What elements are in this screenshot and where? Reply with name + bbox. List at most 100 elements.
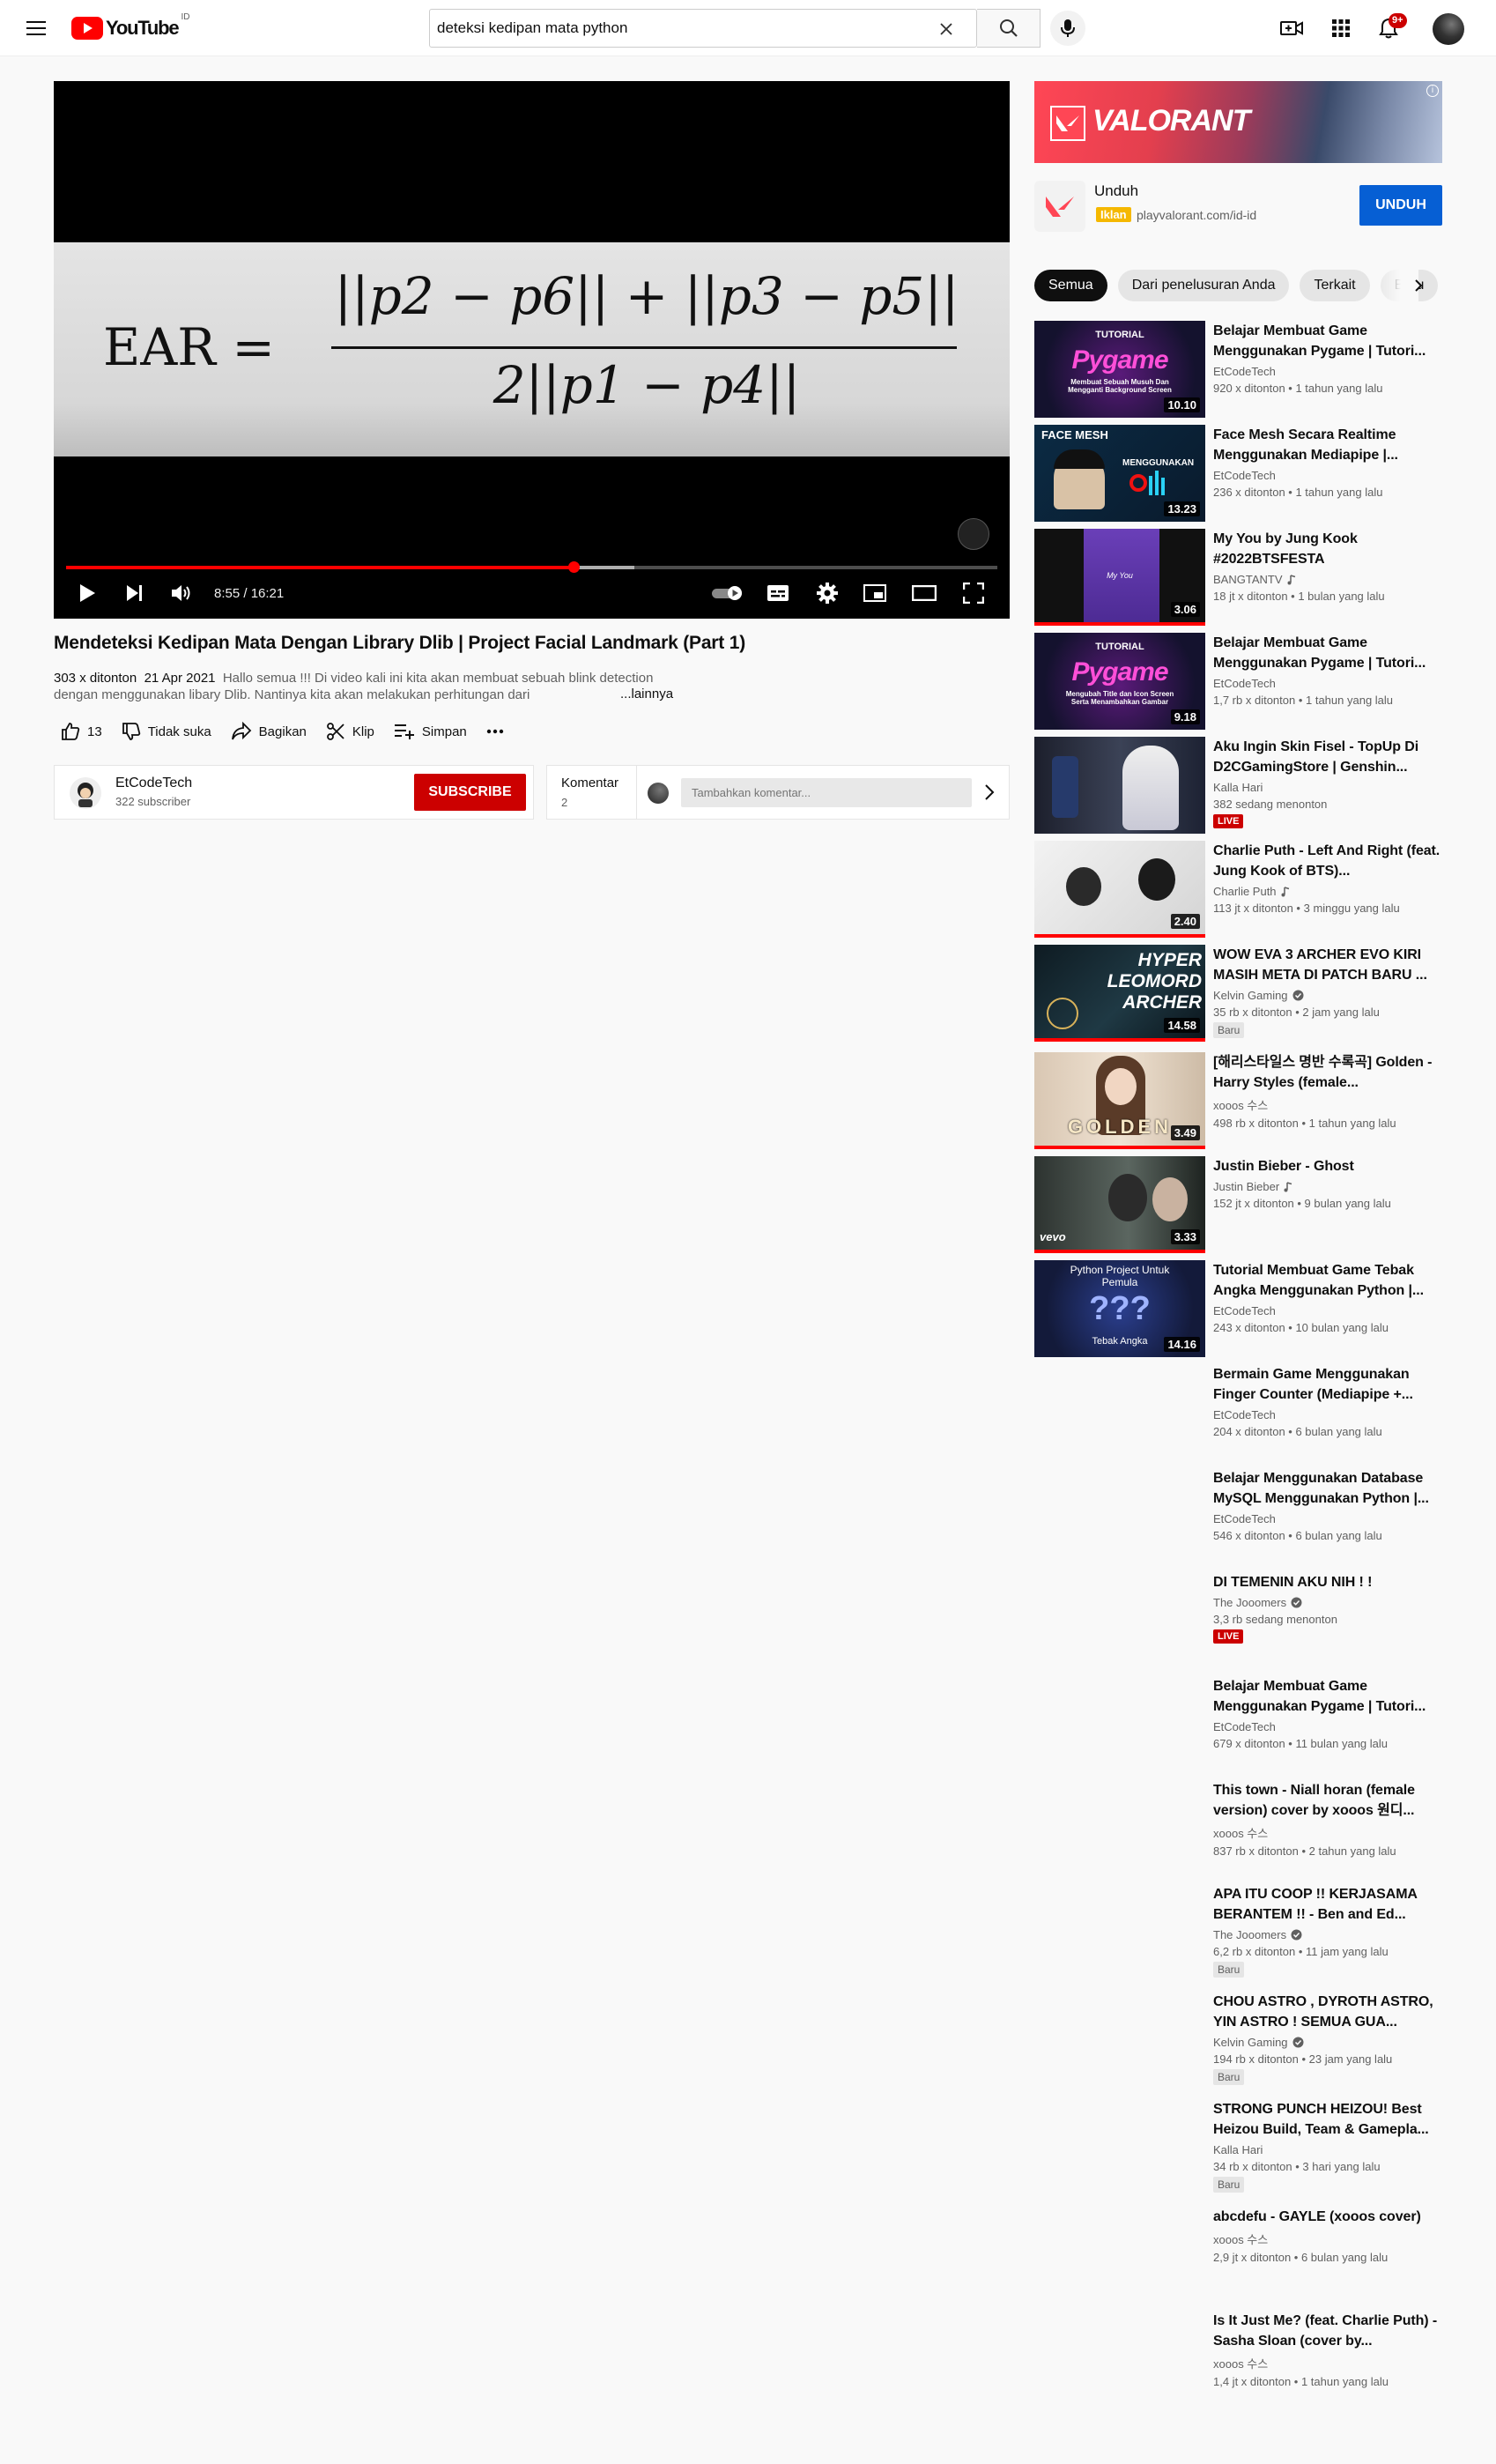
show-more-link[interactable]: ...lainnya	[608, 687, 674, 701]
video-title[interactable]: Tutorial Membuat Game Tebak Angka Menggu…	[1213, 1260, 1444, 1301]
dislike-button[interactable]: Tidak suka	[122, 722, 211, 741]
settings-button[interactable]	[811, 577, 843, 609]
channel-name[interactable]: Kalla Hari	[1213, 781, 1444, 794]
video-thumbnail[interactable]: GOLDEN 3.49	[1034, 1052, 1205, 1149]
recommendation-item[interactable]: CHOU ASTRO , DYROTH ASTRO, YIN ASTRO ! S…	[1034, 1992, 1448, 2096]
ad-info-icon[interactable]: i	[1426, 85, 1439, 97]
channel-name[interactable]: EtCodeTech	[1213, 1304, 1444, 1317]
video-thumbnail[interactable]: Python Project Untuk Pemula ??? Tebak An…	[1034, 1260, 1205, 1357]
play-button[interactable]	[71, 577, 103, 609]
video-thumbnail[interactable]	[1034, 737, 1205, 834]
channel-name[interactable]: EtCodeTech	[1213, 677, 1444, 690]
fullscreen-button[interactable]	[958, 577, 989, 609]
video-player[interactable]: EAR = ||p2 − p6|| + ||p3 − p5|| 2||p1 − …	[54, 81, 1010, 619]
recommendation-item[interactable]: APA ITU COOP !! KERJASAMA BERANTEM !! - …	[1034, 1884, 1448, 1988]
chevron-right-icon[interactable]	[984, 783, 995, 801]
channel-name[interactable]: Kelvin Gaming	[1213, 989, 1288, 1002]
voice-search-button[interactable]	[1050, 11, 1085, 46]
video-thumbnail[interactable]: TUTORIAL Pygame Mengubah Title dan Icon …	[1034, 633, 1205, 730]
video-title[interactable]: STRONG PUNCH HEIZOU! Best Heizou Build, …	[1213, 2099, 1444, 2140]
recommendation-item[interactable]: TUTORIAL Pygame Membuat Sebuah Musuh Dan…	[1034, 321, 1448, 418]
video-title[interactable]: Face Mesh Secara Realtime Menggunakan Me…	[1213, 425, 1444, 465]
recommendation-item[interactable]: Aku Ingin Skin Fisel - TopUp Di D2CGamin…	[1034, 737, 1448, 834]
account-avatar[interactable]	[1433, 13, 1464, 45]
video-title[interactable]: DI TEMENIN AKU NIH ! !	[1213, 1572, 1444, 1592]
youtube-logo[interactable]: YouTube ID	[71, 12, 189, 41]
recommendation-item[interactable]: GOLDEN 3.49 [해리스타일스 명반 수록곡] Golden - Har…	[1034, 1052, 1448, 1149]
channel-name[interactable]: xooos 수스	[1213, 2230, 1444, 2247]
recommendation-item[interactable]: FACE MESH MENGGUNAKAN 13.23 Face Mesh Se…	[1034, 425, 1448, 522]
recommendation-item[interactable]: HYPER LEOMORD ARCHER 14.58 WOW EVA 3 ARC…	[1034, 945, 1448, 1049]
ad-title[interactable]: Unduh	[1094, 182, 1138, 200]
channel-name[interactable]: BANGTANTV	[1213, 573, 1283, 586]
video-title[interactable]: Belajar Membuat Game Menggunakan Pygame …	[1213, 633, 1444, 673]
video-title[interactable]: Bermain Game Menggunakan Finger Counter …	[1213, 1364, 1444, 1405]
comments-card[interactable]: Komentar 2	[546, 765, 1010, 820]
video-title[interactable]: Is It Just Me? (feat. Charlie Puth) - Sa…	[1213, 2311, 1444, 2351]
recommendation-item[interactable]: Python Project Untuk Pemula ??? Tebak An…	[1034, 1260, 1448, 1357]
video-title[interactable]: Belajar Menggunakan Database MySQL Mengg…	[1213, 1468, 1444, 1509]
video-title[interactable]: Belajar Membuat Game Menggunakan Pygame …	[1213, 321, 1444, 361]
video-thumbnail[interactable]: HYPER LEOMORD ARCHER 14.58	[1034, 945, 1205, 1042]
recommendation-item[interactable]: Belajar Membuat Game Menggunakan Pygame …	[1034, 1676, 1448, 1773]
theater-mode-button[interactable]	[908, 577, 940, 609]
video-thumbnail[interactable]: TUTORIAL Pygame Membuat Sebuah Musuh Dan…	[1034, 321, 1205, 418]
video-title[interactable]: WOW EVA 3 ARCHER EVO KIRI MASIH META DI …	[1213, 945, 1444, 985]
channel-name[interactable]: xooos 수스	[1213, 1096, 1444, 1113]
recommendation-item[interactable]: My You 3.06 My You by Jung Kook #2022BTS…	[1034, 529, 1448, 626]
recommendation-item[interactable]: Is It Just Me? (feat. Charlie Puth) - Sa…	[1034, 2311, 1448, 2408]
share-button[interactable]: Bagikan	[231, 722, 307, 741]
ad-banner[interactable]: VALORANT i	[1034, 81, 1442, 163]
recommendation-item[interactable]: 2.40 Charlie Puth - Left And Right (feat…	[1034, 841, 1448, 938]
subscribe-button[interactable]: SUBSCRIBE	[414, 774, 526, 811]
video-title[interactable]: [해리스타일스 명반 수록곡] Golden - Harry Styles (f…	[1213, 1052, 1444, 1093]
channel-name[interactable]: EtCodeTech	[1213, 365, 1444, 378]
subtitles-button[interactable]	[762, 577, 794, 609]
search-input[interactable]	[437, 10, 930, 47]
video-title[interactable]: abcdefu - GAYLE (xooos cover)	[1213, 2207, 1444, 2227]
video-title[interactable]: Justin Bieber - Ghost	[1213, 1156, 1444, 1176]
channel-name[interactable]: The Jooomers	[1213, 1596, 1286, 1609]
channel-name[interactable]: Charlie Puth	[1213, 885, 1277, 898]
ad-app-icon[interactable]	[1034, 181, 1085, 232]
video-thumbnail[interactable]: FACE MESH MENGGUNAKAN 13.23	[1034, 425, 1205, 522]
menu-icon[interactable]	[21, 14, 51, 42]
add-comment-input[interactable]	[681, 778, 972, 807]
apps-button[interactable]	[1327, 14, 1355, 42]
channel-name[interactable]: EtCodeTech	[1213, 1720, 1444, 1733]
volume-button[interactable]	[167, 577, 198, 609]
channel-avatar[interactable]	[70, 777, 101, 809]
recommendation-item[interactable]: DI TEMENIN AKU NIH ! ! The Jooomers 3,3 …	[1034, 1572, 1448, 1669]
recommendation-item[interactable]: Bermain Game Menggunakan Finger Counter …	[1034, 1364, 1448, 1461]
video-title[interactable]: CHOU ASTRO , DYROTH ASTRO, YIN ASTRO ! S…	[1213, 1992, 1444, 2032]
autoplay-toggle[interactable]	[706, 577, 750, 609]
video-thumbnail[interactable]: vevo 3.33	[1034, 1156, 1205, 1253]
more-actions-button[interactable]	[486, 729, 504, 734]
chip-all[interactable]: Semua	[1034, 270, 1107, 301]
save-button[interactable]: Simpan	[394, 723, 467, 740]
channel-name[interactable]: EtCodeTech	[115, 776, 192, 791]
miniplayer-button[interactable]	[859, 577, 891, 609]
channel-name[interactable]: Justin Bieber	[1213, 1180, 1279, 1193]
channel-name[interactable]: Kalla Hari	[1213, 2143, 1444, 2156]
recommendation-item[interactable]: STRONG PUNCH HEIZOU! Best Heizou Build, …	[1034, 2099, 1448, 2203]
recommendation-item[interactable]: abcdefu - GAYLE (xooos cover) xooos 수스 2,9…	[1034, 2207, 1448, 2304]
channel-watermark[interactable]	[958, 518, 989, 550]
chip-related[interactable]: Terkait	[1300, 270, 1370, 301]
recommendation-item[interactable]: vevo 3.33 Justin Bieber - Ghost Justin B…	[1034, 1156, 1448, 1253]
like-button[interactable]: 13	[61, 722, 102, 741]
recommendation-item[interactable]: This town - Niall horan (female version)…	[1034, 1780, 1448, 1877]
recommendation-item[interactable]: TUTORIAL Pygame Mengubah Title dan Icon …	[1034, 633, 1448, 730]
progress-bar[interactable]	[66, 561, 997, 573]
clip-button[interactable]: Klip	[326, 722, 374, 741]
video-description[interactable]: 303 x ditonton 21 Apr 2021 Hallo semua !…	[54, 670, 670, 703]
channel-name[interactable]: The Jooomers	[1213, 1928, 1286, 1941]
video-title[interactable]: My You by Jung Kook #2022BTSFESTA	[1213, 529, 1444, 569]
video-title[interactable]: Aku Ingin Skin Fisel - TopUp Di D2CGamin…	[1213, 737, 1444, 777]
channel-name[interactable]: EtCodeTech	[1213, 1512, 1444, 1525]
channel-name[interactable]: xooos 수스	[1213, 2355, 1444, 2371]
channel-name[interactable]: EtCodeTech	[1213, 469, 1444, 482]
video-title[interactable]: APA ITU COOP !! KERJASAMA BERANTEM !! - …	[1213, 1884, 1444, 1925]
video-title[interactable]: Charlie Puth - Left And Right (feat. Jun…	[1213, 841, 1444, 881]
video-thumbnail[interactable]: 2.40	[1034, 841, 1205, 938]
